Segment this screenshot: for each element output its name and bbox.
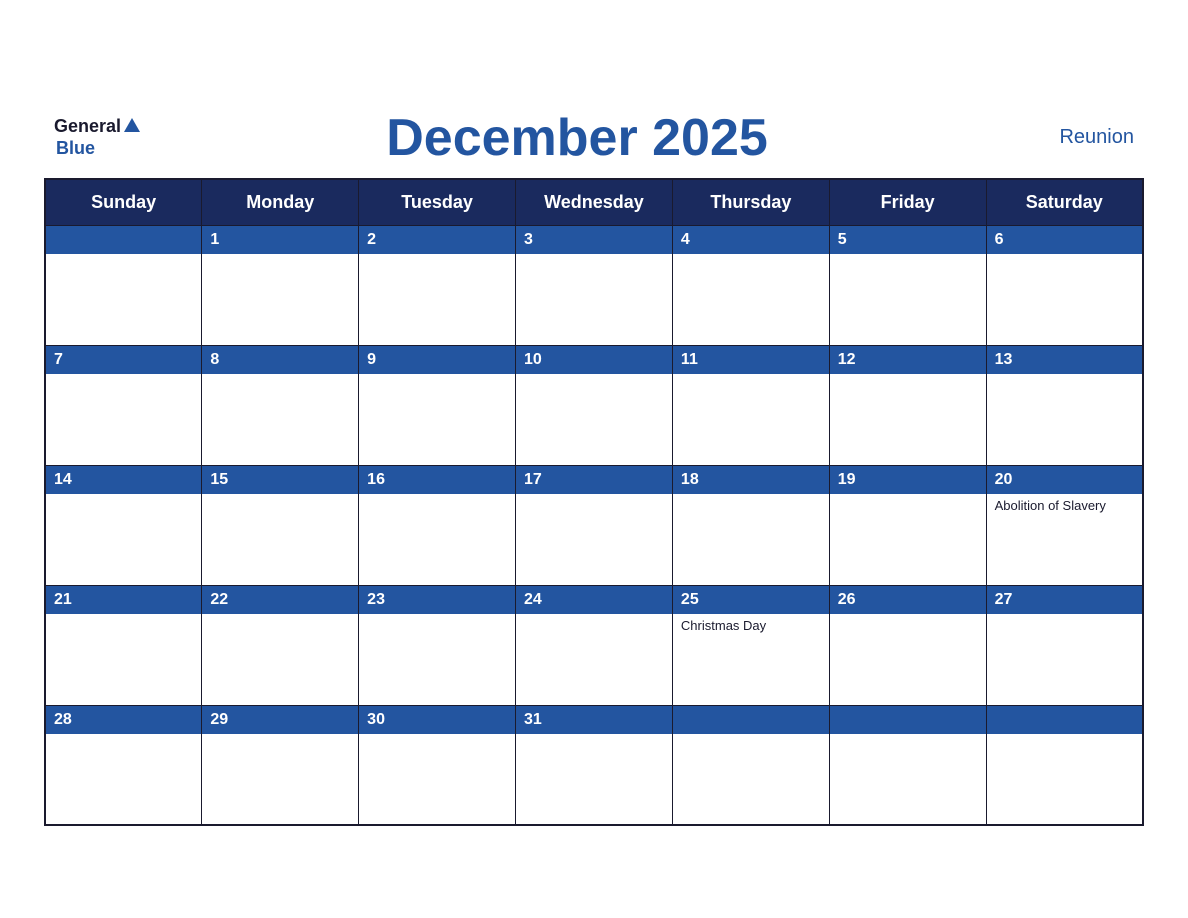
header-monday: Monday <box>202 179 359 226</box>
header-friday: Friday <box>829 179 986 226</box>
empty-day-bar <box>673 706 829 734</box>
day-number: 8 <box>202 346 358 374</box>
day-number: 13 <box>987 346 1142 374</box>
holiday-label: Abolition of Slavery <box>987 494 1142 517</box>
day-number: 2 <box>359 226 515 254</box>
calendar-week-row: 14151617181920Abolition of Slavery <box>45 465 1143 585</box>
calendar-cell: 20Abolition of Slavery <box>986 465 1143 585</box>
calendar-cell: 24 <box>516 585 673 705</box>
day-number: 7 <box>46 346 201 374</box>
calendar-cell: 22 <box>202 585 359 705</box>
calendar-cell: 31 <box>516 705 673 825</box>
holiday-label: Christmas Day <box>673 614 829 637</box>
day-number: 18 <box>673 466 829 494</box>
day-number: 1 <box>202 226 358 254</box>
day-number: 4 <box>673 226 829 254</box>
day-number: 9 <box>359 346 515 374</box>
calendar-cell: 6 <box>986 225 1143 345</box>
day-number: 14 <box>46 466 201 494</box>
day-number: 12 <box>830 346 986 374</box>
day-number: 28 <box>46 706 201 734</box>
day-number: 26 <box>830 586 986 614</box>
calendar-cell: 29 <box>202 705 359 825</box>
calendar-cell: 18 <box>672 465 829 585</box>
header-thursday: Thursday <box>672 179 829 226</box>
calendar-week-row: 123456 <box>45 225 1143 345</box>
day-number: 19 <box>830 466 986 494</box>
day-number: 10 <box>516 346 672 374</box>
logo: General Blue <box>54 116 140 159</box>
region-label: Reunion <box>1014 126 1134 149</box>
calendar-cell: 7 <box>45 345 202 465</box>
empty-day-bar <box>830 706 986 734</box>
calendar-cell: 13 <box>986 345 1143 465</box>
calendar-cell: 1 <box>202 225 359 345</box>
header-saturday: Saturday <box>986 179 1143 226</box>
calendar-cell: 8 <box>202 345 359 465</box>
logo-blue-text: Blue <box>56 138 95 160</box>
logo-general-text: General <box>54 116 121 138</box>
calendar-cell <box>672 705 829 825</box>
calendar-cell: 3 <box>516 225 673 345</box>
day-number: 3 <box>516 226 672 254</box>
calendar-week-row: 28293031 <box>45 705 1143 825</box>
day-number: 17 <box>516 466 672 494</box>
day-number: 11 <box>673 346 829 374</box>
header-wednesday: Wednesday <box>516 179 673 226</box>
calendar-week-row: 2122232425Christmas Day2627 <box>45 585 1143 705</box>
day-number: 25 <box>673 586 829 614</box>
calendar-cell <box>986 705 1143 825</box>
calendar-cell: 21 <box>45 585 202 705</box>
day-number: 30 <box>359 706 515 734</box>
header-sunday: Sunday <box>45 179 202 226</box>
calendar-cell <box>45 225 202 345</box>
day-number: 24 <box>516 586 672 614</box>
day-number: 15 <box>202 466 358 494</box>
day-number: 23 <box>359 586 515 614</box>
day-number: 5 <box>830 226 986 254</box>
calendar-cell: 4 <box>672 225 829 345</box>
empty-day-bar <box>46 226 201 254</box>
calendar-cell: 5 <box>829 225 986 345</box>
day-number: 31 <box>516 706 672 734</box>
calendar-cell: 9 <box>359 345 516 465</box>
calendar-cell: 12 <box>829 345 986 465</box>
calendar-cell: 10 <box>516 345 673 465</box>
day-number: 22 <box>202 586 358 614</box>
calendar-title: December 2025 <box>386 108 768 168</box>
calendar-cell: 19 <box>829 465 986 585</box>
calendar-cell: 16 <box>359 465 516 585</box>
day-number: 20 <box>987 466 1142 494</box>
calendar-cell: 2 <box>359 225 516 345</box>
calendar-week-row: 78910111213 <box>45 345 1143 465</box>
calendar-cell: 15 <box>202 465 359 585</box>
calendar-cell: 25Christmas Day <box>672 585 829 705</box>
calendar-cell: 23 <box>359 585 516 705</box>
day-number: 29 <box>202 706 358 734</box>
weekday-header-row: Sunday Monday Tuesday Wednesday Thursday… <box>45 179 1143 226</box>
day-number: 6 <box>987 226 1142 254</box>
calendar-cell <box>829 705 986 825</box>
header-tuesday: Tuesday <box>359 179 516 226</box>
calendar-table: Sunday Monday Tuesday Wednesday Thursday… <box>44 178 1144 827</box>
day-number: 27 <box>987 586 1142 614</box>
empty-day-bar <box>987 706 1142 734</box>
calendar-cell: 27 <box>986 585 1143 705</box>
calendar-wrapper: General Blue December 2025 Reunion Sunda… <box>44 92 1144 827</box>
calendar-cell: 30 <box>359 705 516 825</box>
day-number: 21 <box>46 586 201 614</box>
calendar-cell: 17 <box>516 465 673 585</box>
calendar-header: General Blue December 2025 Reunion <box>44 92 1144 178</box>
calendar-cell: 26 <box>829 585 986 705</box>
day-number: 16 <box>359 466 515 494</box>
logo-triangle-icon <box>124 118 140 132</box>
calendar-cell: 28 <box>45 705 202 825</box>
calendar-cell: 11 <box>672 345 829 465</box>
calendar-cell: 14 <box>45 465 202 585</box>
